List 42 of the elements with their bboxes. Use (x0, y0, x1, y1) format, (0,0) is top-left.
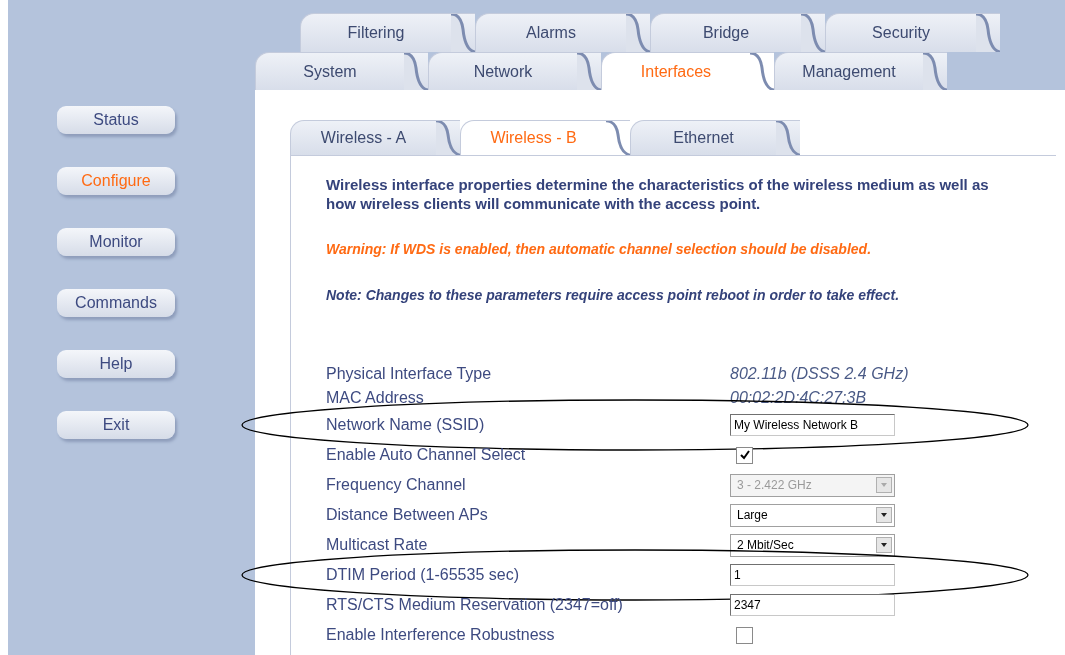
tab-curve-icon (606, 121, 630, 155)
text-input-field[interactable]: 1 (730, 564, 895, 586)
text-input-field[interactable]: My Wireless Network B (730, 414, 895, 436)
tab[interactable]: Alarms (475, 13, 650, 52)
field-value: 802.11b (DSSS 2.4 GHz) (730, 364, 909, 384)
nav-button[interactable]: Monitor (57, 228, 175, 256)
checkbox[interactable] (736, 446, 753, 464)
field-label: Multicast Rate (326, 535, 429, 555)
dropdown[interactable]: Large (730, 503, 895, 527)
tab[interactable]: Filtering (300, 13, 475, 52)
tab-curve-icon (776, 121, 800, 155)
field-value: 00:02:2D:4C:27:3B (730, 388, 867, 408)
tab-curve-icon (976, 14, 1000, 52)
field-label: Frequency Channel (326, 475, 467, 495)
field-label: Distance Between APs (326, 505, 489, 525)
tab[interactable]: Network (428, 52, 601, 90)
field-label: Enable Interference Robustness (326, 625, 556, 645)
dropdown[interactable]: 2 Mbit/Sec (730, 533, 895, 557)
field-label: DTIM Period (1-65535 sec) (326, 565, 520, 585)
tab[interactable]: Security (825, 13, 1000, 52)
tab[interactable]: Bridge (650, 13, 825, 52)
tab[interactable]: Management (774, 52, 947, 90)
checkbox[interactable] (736, 626, 753, 644)
description-text: Wireless interface properties determine the characteristics of the wireless medium as well as how wireless clients will communicate with the access point. (326, 175, 990, 213)
tab-curve-icon (436, 121, 460, 155)
warning-text: Warning: If WDS is enabled, then automatic channel selection should be disabled. (326, 240, 873, 259)
field-label: MAC Address (326, 388, 425, 408)
text-input-field[interactable]: 2347 (730, 594, 895, 616)
checkmark-icon (738, 449, 751, 461)
tab[interactable]: System (255, 52, 428, 90)
nav-button[interactable]: Status (57, 106, 175, 134)
nav-button[interactable]: Help (57, 350, 175, 378)
nav-button[interactable]: Commands (57, 289, 175, 317)
field-label: Physical Interface Type (326, 364, 493, 384)
tab-curve-icon (923, 53, 947, 90)
nav-button[interactable]: Exit (57, 411, 175, 439)
field-label: Network Name (SSID) (326, 415, 486, 435)
field-label: Enable Auto Channel Select (326, 445, 527, 465)
note-text: Note: Changes to these parameters require access point reboot in order to take effect. (326, 286, 901, 305)
tab[interactable]: Wireless - A (290, 120, 460, 155)
tab[interactable]: Ethernet (630, 120, 800, 155)
field-label: RTS/CTS Medium Reservation (2347=off) (326, 595, 624, 615)
